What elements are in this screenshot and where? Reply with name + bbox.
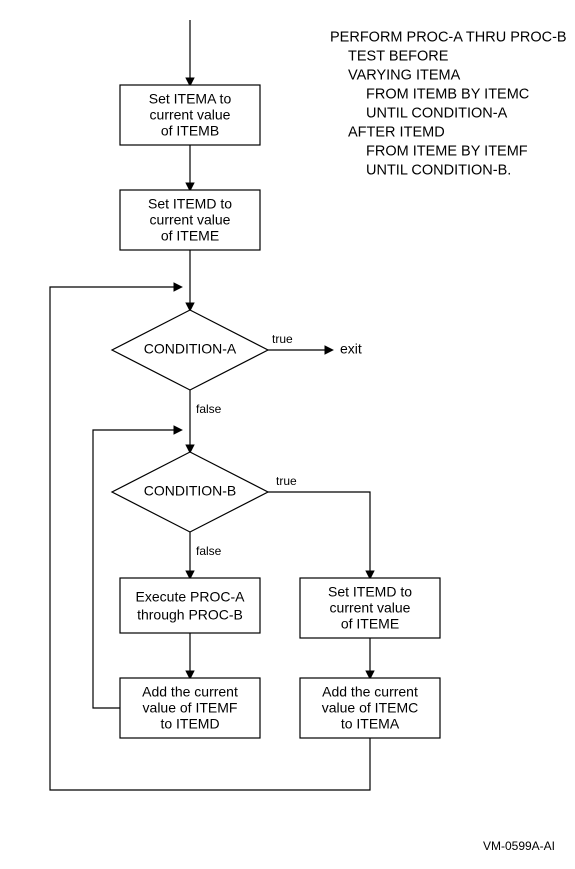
box-add-itemc-l2: value of ITEMC [322, 700, 418, 716]
label-true-b: true [276, 474, 297, 488]
box-set-itemd-l1: Set ITEMD to [148, 196, 232, 212]
box-add-itemc-l3: to ITEMA [341, 716, 400, 732]
code-line: FROM ITEME BY ITEMF [366, 144, 528, 160]
flowchart-diagram: Set ITEMA to current value of ITEMB Set … [0, 0, 575, 869]
box-set-itema-l2: current value [150, 107, 231, 123]
code-block: PERFORM PROC-A THRU PROC-B TEST BEFORE VAR… [330, 30, 567, 179]
footer-id: VM-0599A-AI [483, 839, 555, 853]
box-set-itemd-l3: of ITEME [161, 228, 219, 244]
code-line: UNTIL CONDITION-B. [366, 163, 511, 179]
code-line: UNTIL CONDITION-A [366, 106, 508, 122]
box-add-itemc-l1: Add the current [322, 684, 418, 700]
label-exit: exit [340, 341, 362, 357]
box-set-itemd-2-l2: current value [330, 600, 411, 616]
label-true-a: true [272, 332, 293, 346]
code-line: PERFORM PROC-A THRU PROC-B [330, 30, 567, 46]
diamond-condition-b-label: CONDITION-B [144, 483, 237, 499]
box-set-itemd-2-l3: of ITEME [341, 616, 399, 632]
box-set-itemd-2-l1: Set ITEMD to [328, 584, 412, 600]
label-false-b: false [196, 544, 222, 558]
code-line: TEST BEFORE [348, 49, 449, 65]
box-set-itema-l1: Set ITEMA to [149, 91, 232, 107]
box-exec [120, 578, 260, 633]
box-set-itemd-l2: current value [150, 212, 231, 228]
box-add-itemf-l2: value of ITEMF [143, 700, 238, 716]
code-line: AFTER ITEMD [348, 125, 445, 141]
box-exec-l1: Execute PROC-A [136, 589, 246, 605]
box-add-itemf-l1: Add the current [142, 684, 238, 700]
code-line: VARYING ITEMA [348, 68, 461, 84]
box-add-itemf-l3: to ITEMD [160, 716, 219, 732]
arrow-cond-b-true [268, 492, 370, 578]
box-exec-l2: through PROC-B [137, 607, 243, 623]
box-set-itema-l3: of ITEMB [161, 123, 219, 139]
diamond-condition-a-label: CONDITION-A [144, 341, 237, 357]
code-line: FROM ITEMB BY ITEMC [366, 87, 529, 103]
label-false-a: false [196, 402, 222, 416]
